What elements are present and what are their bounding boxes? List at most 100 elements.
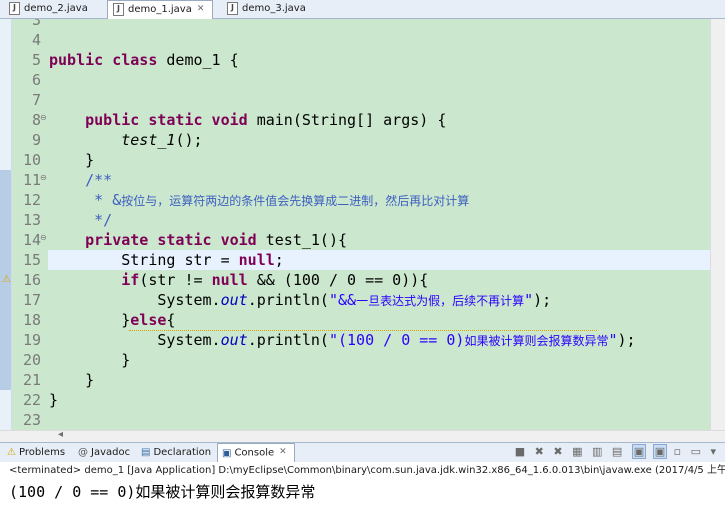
warning-icon[interactable]: ⚠ <box>2 270 11 290</box>
code-line[interactable]: 3 <box>0 19 710 30</box>
remove-launch-icon[interactable]: ✖ <box>535 445 547 458</box>
view-tab-bar: ⚠ Problems @ Javadoc ▤ Declaration ▣ Console… <box>0 442 725 463</box>
code-text: if(str != null && (100 / 0 == 0)){ <box>49 270 428 290</box>
code-token: if <box>121 271 140 289</box>
code-text: }else{ <box>49 310 175 330</box>
close-icon[interactable]: ✕ <box>197 1 205 17</box>
code-token: null <box>211 271 248 289</box>
clear-console-icon[interactable]: ▦ <box>572 445 585 458</box>
code-text: /** <box>49 170 112 190</box>
code-line[interactable]: 20 } <box>0 350 710 370</box>
scroll-left-icon[interactable]: ◂ <box>58 429 63 440</box>
code-text: } <box>49 150 94 170</box>
code-line[interactable]: 23 <box>0 410 710 430</box>
code-text: } <box>49 370 94 390</box>
code-token: System. <box>49 331 221 349</box>
collapse-icon[interactable]: ⊖ <box>40 108 47 128</box>
chevron-down-icon[interactable]: ▾ <box>710 445 719 458</box>
code-line[interactable]: 22} <box>0 390 710 410</box>
tab-console[interactable]: ▣ Console ✕ <box>217 443 295 463</box>
code-text: public static void main(String[] args) { <box>49 110 446 130</box>
code-line[interactable]: 6 <box>0 70 710 90</box>
code-token: .println( <box>247 331 329 349</box>
console-status: <terminated> demo_1 [Java Application] D… <box>0 462 725 479</box>
code-token: private static void <box>85 231 266 249</box>
vertical-scrollbar[interactable] <box>710 19 725 430</box>
code-line[interactable]: 14 ⊖ private static void test_1(){ <box>0 230 710 250</box>
collapse-icon[interactable]: ⊖ <box>40 228 47 248</box>
code-text: String str = null; <box>49 250 284 270</box>
code-token: .println( <box>247 291 329 309</box>
tab-demo-1[interactable]: Jdemo_1.java ✕ <box>107 0 213 19</box>
code-text: private static void test_1(){ <box>49 230 347 250</box>
collapse-icon[interactable]: ⊖ <box>40 168 47 188</box>
editor-tab-bar: Jdemo_2.java Jdemo_1.java ✕ Jdemo_3.java <box>0 0 725 19</box>
line-number: 18 <box>22 311 41 329</box>
scroll-lock-icon[interactable]: ▥ <box>592 445 605 458</box>
code-token: 一旦表达式为假，后续不再计算 <box>356 294 525 308</box>
code-line[interactable]: 8 ⊖ public static void main(String[] args… <box>0 110 710 130</box>
word-wrap-icon[interactable]: ▤ <box>612 445 625 458</box>
tab-label: Javadoc <box>91 447 131 458</box>
code-token: null <box>238 251 275 269</box>
display-console-icon[interactable]: ▭ <box>691 445 704 458</box>
line-number: 23 <box>22 411 41 429</box>
line-number: 20 <box>22 351 41 369</box>
close-icon[interactable]: ✕ <box>279 444 287 461</box>
code-token: demo_1 { <box>166 51 239 69</box>
code-editor[interactable]: 3 4 5 public class demo_1 {6 7 8 ⊖ public stat… <box>0 19 710 430</box>
code-line[interactable]: 19 System.out.println("(100 / 0 == 0)如果被… <box>0 330 710 350</box>
code-line[interactable]: 12 * &按位与，运算符两边的条件值会先换算成二进制，然后再比对计算 <box>0 190 710 210</box>
code-line[interactable]: 21 } <box>0 370 710 390</box>
code-token: else <box>130 311 167 329</box>
terminate-icon[interactable]: ■ <box>515 445 528 458</box>
code-line[interactable]: 17 System.out.println("&&一旦表达式为假，后续不再计算"… <box>0 290 710 310</box>
console-output-line: (100 / 0 == 0)如果被计算则会报算数异常 <box>9 483 316 501</box>
console-output[interactable]: (100 / 0 == 0)如果被计算则会报算数异常 <box>0 480 725 514</box>
code-token: System. <box>49 291 221 309</box>
java-file-icon: J <box>9 1 20 15</box>
line-number: 9 <box>31 131 41 149</box>
code-line[interactable]: 15 String str = null; <box>0 250 710 270</box>
code-line[interactable]: 10 } <box>0 150 710 170</box>
code-token: (str != <box>139 271 212 289</box>
pin-console-icon[interactable]: ▫ <box>674 445 684 458</box>
code-line[interactable]: 13 */ <box>0 210 710 230</box>
code-line[interactable]: 7 <box>0 90 710 110</box>
code-text: } <box>49 390 58 410</box>
problems-icon: ⚠ <box>7 447 16 458</box>
code-line[interactable]: 11 ⊖ /** <box>0 170 710 190</box>
tab-label: Problems <box>18 447 66 458</box>
console-icon: ▣ <box>222 447 232 459</box>
code-token: 如果被计算则会报算数异常 <box>464 334 609 348</box>
code-token: } <box>49 311 131 329</box>
line-number: 13 <box>22 211 41 229</box>
code-text: public class demo_1 { <box>49 50 239 70</box>
code-line[interactable]: 5 public class demo_1 { <box>0 50 710 70</box>
code-token: */ <box>49 211 113 229</box>
code-line[interactable]: 18 }else{ <box>0 310 710 330</box>
code-line[interactable]: 9 test_1(); <box>0 130 710 150</box>
show-stdout-icon[interactable]: ▣ <box>631 444 647 459</box>
code-token: } <box>49 391 59 409</box>
code-token: ); <box>617 331 636 349</box>
code-text: */ <box>49 210 112 230</box>
tab-problems[interactable]: ⚠ Problems <box>3 444 71 461</box>
tab-label: demo_3.java <box>242 3 306 14</box>
code-token: ); <box>533 291 552 309</box>
tab-declaration[interactable]: ▤ Declaration <box>137 444 214 461</box>
remove-all-icon[interactable]: ✖ <box>553 445 565 458</box>
code-line[interactable]: 16 ⚠ if(str != null && (100 / 0 == 0)){ <box>0 270 710 290</box>
line-number: 7 <box>31 91 41 109</box>
code-line[interactable]: 4 <box>0 30 710 50</box>
tab-demo-2[interactable]: Jdemo_2.java <box>4 1 102 17</box>
java-file-icon: J <box>113 2 124 16</box>
code-token: test_1 <box>121 131 176 149</box>
tab-javadoc[interactable]: @ Javadoc <box>74 444 134 461</box>
declaration-icon: ▤ <box>141 447 151 458</box>
show-stderr-icon[interactable]: ▣ <box>652 444 668 459</box>
tab-demo-3[interactable]: Jdemo_3.java <box>222 1 326 17</box>
